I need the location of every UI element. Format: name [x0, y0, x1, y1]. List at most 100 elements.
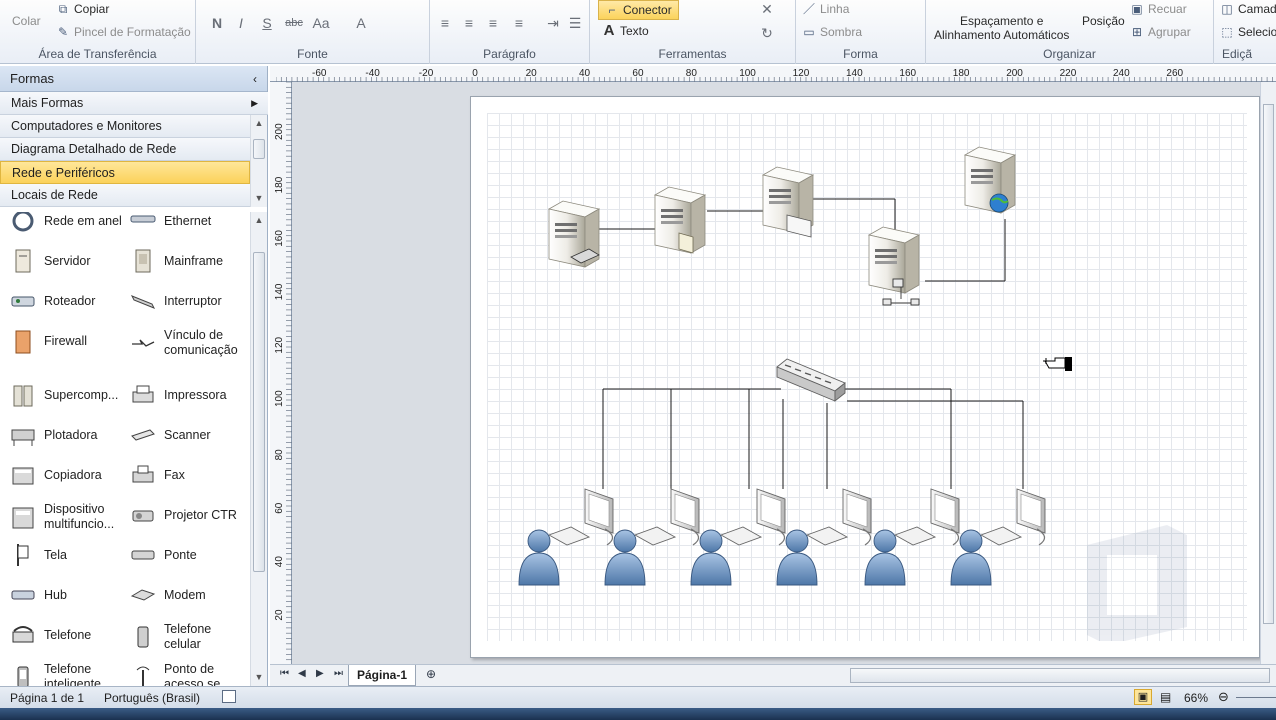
page-indicator[interactable]: Página 1 de 1	[10, 691, 84, 705]
stencil-item[interactable]: Tela	[10, 542, 128, 568]
stencil-item[interactable]: Ethernet	[130, 212, 248, 234]
copy-button[interactable]: ⧉ Copiar	[56, 2, 110, 16]
category-label: Rede e Periféricos	[12, 165, 115, 180]
tab-page-1[interactable]: Página-1	[348, 665, 417, 686]
stencil-item[interactable]: Rede em anel	[10, 212, 128, 234]
collapse-panel-icon[interactable]: ‹	[253, 72, 257, 86]
stencil-item[interactable]: Copiadora	[10, 462, 128, 488]
format-painter-button[interactable]: ✎ Pincel de Formatação	[56, 25, 191, 39]
next-page-icon[interactable]: ▶	[316, 668, 324, 679]
canvas-vscrollbar[interactable]	[1260, 82, 1276, 664]
stencil-item[interactable]: Dispositivo multifuncio...	[10, 502, 128, 532]
strikethrough-button[interactable]: abc	[282, 14, 306, 32]
switch-shape[interactable]	[776, 358, 846, 402]
prev-page-icon[interactable]: ◀	[298, 668, 306, 679]
drawing-canvas[interactable]	[292, 82, 1276, 664]
text-tool-button[interactable]: A Texto	[602, 23, 649, 38]
stencil-item[interactable]: Plotadora	[10, 422, 128, 448]
change-case-button[interactable]: Aa	[310, 14, 332, 32]
stencil-item[interactable]: Vínculo de comunicação	[130, 328, 248, 358]
scroll-thumb[interactable]	[1263, 104, 1274, 624]
justify-icon[interactable]: ≡	[510, 14, 528, 32]
stencil-item[interactable]: Projetor CTR	[130, 502, 248, 528]
connector-button[interactable]: ⌐ Conector	[598, 0, 679, 20]
font-color-button[interactable]: A	[352, 14, 370, 32]
italic-button[interactable]: I	[232, 14, 250, 32]
insert-page-icon[interactable]: ⊕	[426, 667, 436, 681]
indent-icon[interactable]: ⇥	[544, 14, 562, 32]
group-button[interactable]: ⊞ Agrupar	[1130, 25, 1191, 39]
scroll-thumb[interactable]	[253, 139, 265, 159]
stencil-scrollbar[interactable]: ▲ ▼	[250, 212, 267, 686]
workstation-shape[interactable]	[690, 488, 786, 586]
server-shape[interactable]	[654, 186, 706, 254]
category-computers-monitors[interactable]: Computadores e Monitores	[0, 115, 250, 138]
stencil-item[interactable]: Telefone celular	[130, 622, 248, 652]
stencil-item[interactable]: Servidor	[10, 248, 128, 274]
last-page-icon[interactable]: ⏭	[334, 668, 343, 679]
stencil-item-label: Tela	[44, 547, 67, 562]
paste-button[interactable]: Colar	[12, 14, 41, 28]
scroll-thumb[interactable]	[253, 252, 265, 572]
first-page-icon[interactable]: ⏮	[280, 668, 289, 679]
page-grid[interactable]	[487, 113, 1247, 641]
stencil-item[interactable]: Supercomp...	[10, 382, 128, 408]
language-indicator[interactable]: Português (Brasil)	[104, 691, 200, 705]
line-button[interactable]: ／ Linha	[802, 2, 849, 16]
stencil-item[interactable]: Ponto de acesso se...	[130, 662, 248, 686]
stencil-item[interactable]: Roteador	[10, 288, 128, 314]
send-backward-button[interactable]: ▣ Recuar	[1130, 2, 1186, 16]
stencil-item[interactable]: Mainframe	[130, 248, 248, 274]
shape-group-label: Forma	[843, 47, 878, 61]
presentation-icon[interactable]: ▤	[1160, 690, 1171, 704]
workstation-shape[interactable]	[864, 488, 960, 586]
category-detailed-network[interactable]: Diagrama Detalhado de Rede	[0, 138, 250, 161]
workstation-shape[interactable]	[950, 488, 1046, 586]
align-left-icon[interactable]: ≡	[436, 14, 454, 32]
category-network-locations[interactable]: Locais de Rede	[0, 184, 250, 207]
stencil-item[interactable]: Telefone	[10, 622, 128, 648]
stencil-item[interactable]: Impressora	[130, 382, 248, 408]
layers-button[interactable]: ◫ Camad	[1220, 2, 1276, 16]
server-shape[interactable]	[762, 166, 814, 238]
stencil-item[interactable]: Fax	[130, 462, 248, 488]
workstation-shape[interactable]	[518, 488, 614, 586]
stencil-item[interactable]: Interruptor	[130, 288, 248, 314]
scroll-up-icon[interactable]: ▲	[251, 212, 267, 229]
server-shape[interactable]	[868, 226, 920, 306]
underline-button[interactable]: S	[258, 14, 276, 32]
scroll-up-icon[interactable]: ▲	[251, 115, 267, 132]
stencil-item[interactable]: Scanner	[130, 422, 248, 448]
position-button[interactable]: Posição	[1082, 14, 1125, 28]
web-server-shape[interactable]	[964, 146, 1016, 214]
workstation-shape[interactable]	[776, 488, 872, 586]
select-button[interactable]: ⬚ Selecio	[1220, 25, 1276, 39]
category-network-peripherals[interactable]: Rede e Periféricos	[0, 161, 250, 184]
bullets-icon[interactable]: ☰	[566, 14, 584, 32]
align-center-icon[interactable]: ≡	[460, 14, 478, 32]
category-scrollbar[interactable]: ▲ ▼	[250, 115, 267, 207]
category-more-shapes[interactable]: Mais Formas ▶	[0, 92, 268, 115]
stencil-item[interactable]: Ponte	[130, 542, 248, 568]
stencil-item[interactable]: Telefone inteligente	[10, 662, 128, 686]
bold-button[interactable]: N	[208, 14, 226, 32]
scroll-down-icon[interactable]: ▼	[251, 190, 267, 207]
stencil-item[interactable]: Modem	[130, 582, 248, 608]
canvas-hscrollbar[interactable]	[850, 668, 1270, 683]
connection-point-icon[interactable]: ↻	[758, 24, 776, 42]
auto-align-button[interactable]: Espaçamento e Alinhamento Automáticos	[934, 14, 1069, 42]
stencil-item[interactable]: Firewall	[10, 328, 128, 354]
shadow-button[interactable]: ▭ Sombra	[802, 25, 862, 39]
zoom-level[interactable]: 66%	[1184, 691, 1208, 705]
scroll-down-icon[interactable]: ▼	[251, 669, 267, 686]
zoom-slider[interactable]	[1236, 697, 1276, 698]
macro-record-icon[interactable]	[222, 690, 236, 703]
drawing-page[interactable]	[470, 96, 1260, 658]
zoom-out-icon[interactable]: ⊖	[1218, 689, 1229, 705]
stencil-item[interactable]: Hub	[10, 582, 128, 608]
align-right-icon[interactable]: ≡	[484, 14, 502, 32]
workstation-shape[interactable]	[604, 488, 700, 586]
close-x-icon[interactable]: ✕	[758, 0, 776, 18]
full-page-view-icon[interactable]: ▣	[1134, 689, 1152, 705]
server-shape[interactable]	[548, 200, 600, 268]
